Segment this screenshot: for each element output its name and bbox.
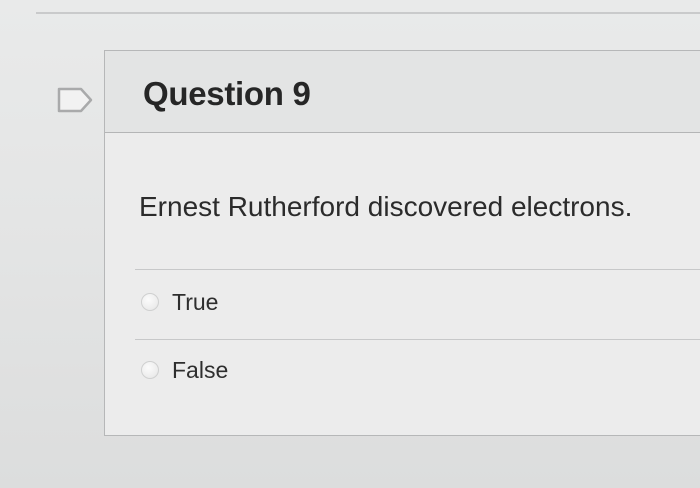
answer-option-true[interactable]: True: [141, 287, 218, 317]
question-title: Question 9: [143, 75, 311, 112]
question-header: Question 9: [105, 51, 700, 133]
question-card: Question 9 Ernest Rutherford discovered …: [104, 50, 700, 436]
flag-question-icon[interactable]: [56, 86, 96, 114]
page-divider: [36, 12, 700, 14]
question-text: Ernest Rutherford discovered electrons.: [139, 191, 633, 222]
answer-option-false[interactable]: False: [141, 355, 228, 385]
answer-divider: [135, 339, 700, 340]
answer-option-label[interactable]: True: [172, 290, 218, 314]
answer-divider: [135, 269, 700, 270]
answer-option-label[interactable]: False: [172, 358, 228, 382]
radio-button-icon[interactable]: [141, 361, 159, 379]
radio-button-icon[interactable]: [141, 293, 159, 311]
